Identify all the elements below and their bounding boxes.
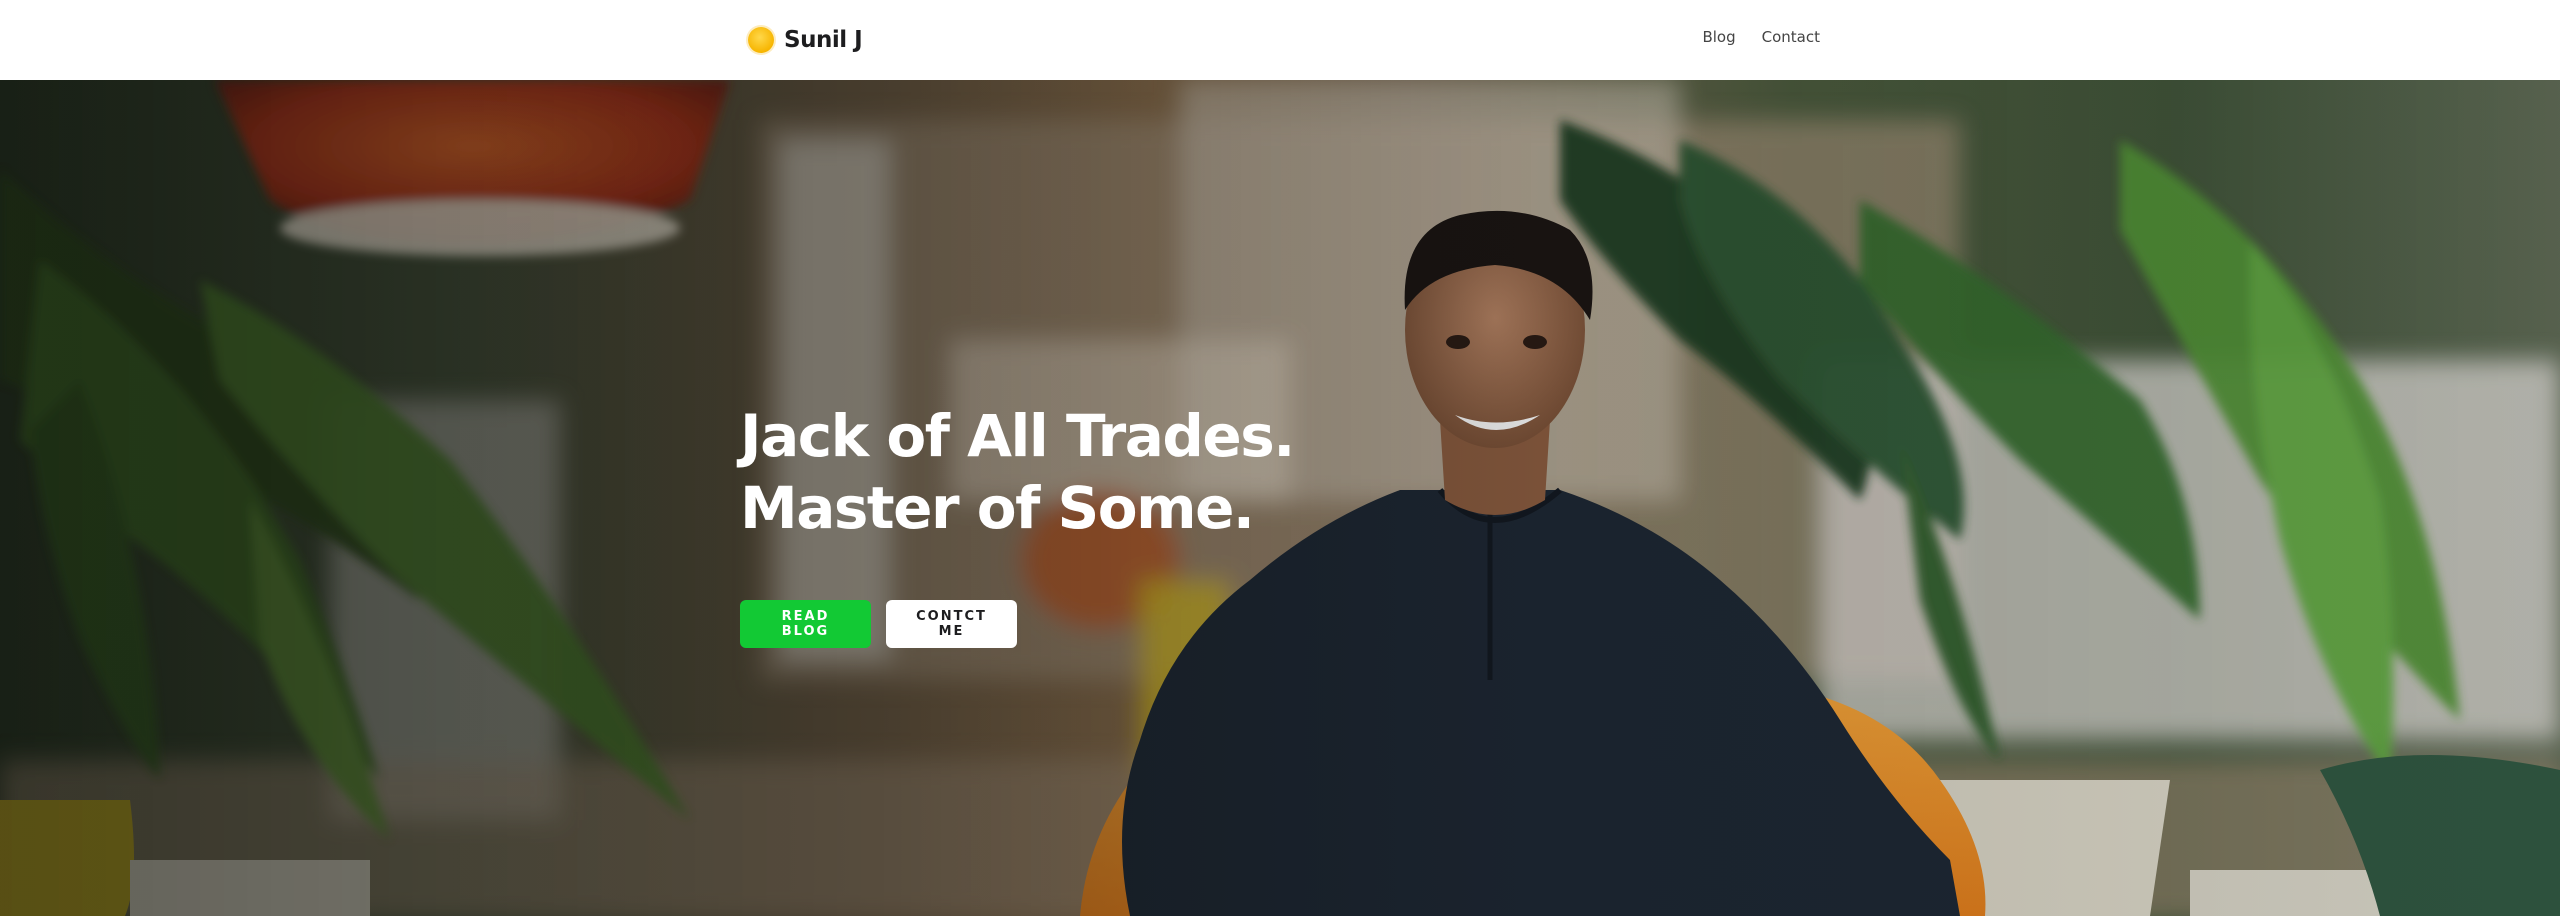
read-blog-button[interactable]: READ BLOG — [740, 600, 871, 648]
sun-icon — [748, 27, 774, 53]
headline-line-2: Master of Some. — [740, 474, 1255, 542]
site-header: Sunil J Blog Contact — [0, 0, 2560, 80]
contact-me-button[interactable]: CONTCT ME — [886, 600, 1017, 648]
headline-line-1: Jack of All Trades. — [740, 402, 1295, 470]
hero-headline: Jack of All Trades. Master of Some. — [740, 400, 1295, 544]
hero-content: Jack of All Trades. Master of Some. READ… — [740, 400, 1295, 648]
main-nav: Blog Contact — [1702, 28, 1820, 46]
nav-link-contact[interactable]: Contact — [1762, 28, 1820, 46]
nav-link-blog[interactable]: Blog — [1702, 28, 1735, 46]
hero-buttons: READ BLOG CONTCT ME — [740, 600, 1294, 648]
hero-section: Jack of All Trades. Master of Some. READ… — [0, 80, 2560, 916]
brand-logo-link[interactable]: Sunil J — [748, 24, 863, 56]
brand-name: Sunil J — [784, 27, 863, 53]
